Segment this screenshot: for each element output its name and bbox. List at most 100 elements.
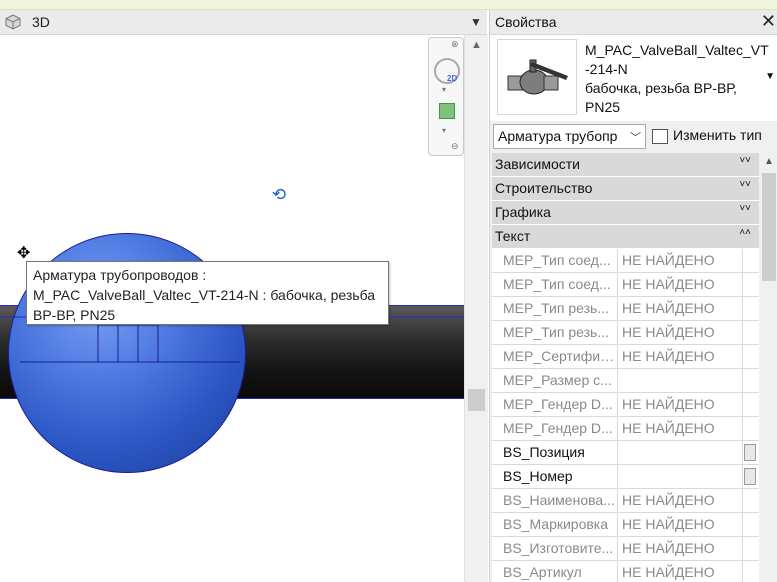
- property-value[interactable]: НЕ НАЙДЕНО: [619, 393, 743, 416]
- property-row[interactable]: MEP_Сертифик... НЕ НАЙДЕНО: [492, 345, 759, 369]
- row-button: [744, 492, 756, 509]
- property-value[interactable]: НЕ НАЙДЕНО: [619, 417, 743, 440]
- edit-type-button[interactable]: Изменить тип: [652, 124, 776, 149]
- view-menu-icon[interactable]: ▼: [470, 15, 482, 29]
- property-value[interactable]: НЕ НАЙДЕНО: [619, 561, 743, 582]
- tooltip-line: Арматура трубопроводов :: [33, 267, 207, 283]
- zoom-icon[interactable]: [439, 103, 455, 119]
- expand-icon[interactable]: ˅˅: [739, 155, 751, 166]
- expand-icon[interactable]: ˅˅: [739, 179, 751, 190]
- property-name: MEP_Гендер D...: [492, 393, 618, 416]
- property-row[interactable]: BS_Наименова... НЕ НАЙДЕНО: [492, 489, 759, 513]
- navbar-options-icon[interactable]: ⊖: [451, 141, 459, 152]
- scroll-up-icon[interactable]: ▲: [471, 39, 482, 51]
- row-button: [744, 564, 756, 581]
- property-row[interactable]: BS_Номер: [492, 465, 759, 489]
- properties-panel: Свойства ✕ M_PAC_ValveBall_Valtec_VT -21…: [489, 10, 777, 582]
- type-selector-preview[interactable]: M_PAC_ValveBall_Valtec_VT -214-N бабочка…: [490, 35, 777, 121]
- property-row[interactable]: MEP_Размер с...: [492, 369, 759, 393]
- chevron-down-icon[interactable]: ▾: [442, 126, 446, 135]
- property-name: BS_Позиция: [492, 441, 618, 464]
- group-label: Текст: [495, 228, 531, 244]
- rotate-icon[interactable]: ⟲: [270, 186, 288, 204]
- property-row[interactable]: MEP_Тип соед... НЕ НАЙДЕНО: [492, 273, 759, 297]
- type-name-line: PN25: [585, 99, 621, 115]
- type-name-line: M_PAC_ValveBall_Valtec_VT: [585, 42, 769, 58]
- view-scrollbar[interactable]: ▲: [464, 35, 488, 582]
- collapse-icon[interactable]: ˄˄: [739, 227, 751, 238]
- category-filter-select[interactable]: Арматура трубопр ﹀: [493, 124, 646, 149]
- property-row[interactable]: MEP_Гендер D... НЕ НАЙДЕНО: [492, 393, 759, 417]
- property-value[interactable]: НЕ НАЙДЕНО: [619, 297, 743, 320]
- property-value[interactable]: НЕ НАЙДЕНО: [619, 489, 743, 512]
- row-button: [744, 396, 756, 413]
- type-name-line: бабочка, резьба ВР-ВР,: [585, 80, 737, 96]
- type-name-line: -214-N: [585, 61, 628, 77]
- close-icon[interactable]: ✕: [761, 11, 776, 32]
- chevron-down-icon[interactable]: ▾: [442, 85, 446, 94]
- group-header-dependencies[interactable]: Зависимости ˅˅: [492, 153, 759, 177]
- property-name: BS_Номер: [492, 465, 618, 488]
- property-name: MEP_Гендер D...: [492, 417, 618, 440]
- property-name: MEP_Тип соед...: [492, 273, 618, 296]
- row-button: [744, 324, 756, 341]
- row-edit-button[interactable]: [744, 444, 756, 461]
- property-row[interactable]: BS_Артикул НЕ НАЙДЕНО: [492, 561, 759, 582]
- view-header: 3D ▼: [0, 10, 487, 35]
- property-name: BS_Артикул: [492, 561, 618, 582]
- type-dropdown-icon[interactable]: ▼: [765, 71, 775, 82]
- row-button: [744, 300, 756, 317]
- property-row[interactable]: MEP_Тип соед... НЕ НАЙДЕНО: [492, 249, 759, 273]
- property-value[interactable]: НЕ НАЙДЕНО: [619, 537, 743, 560]
- group-label: Зависимости: [495, 156, 580, 172]
- property-value[interactable]: НЕ НАЙДЕНО: [619, 273, 743, 296]
- property-row[interactable]: MEP_Тип резь... НЕ НАЙДЕНО: [492, 321, 759, 345]
- properties-title: Свойства: [495, 14, 557, 30]
- properties-header: Свойства ✕: [490, 10, 777, 35]
- property-row[interactable]: BS_Позиция: [492, 441, 759, 465]
- property-value[interactable]: НЕ НАЙДЕНО: [619, 249, 743, 272]
- row-edit-button[interactable]: [744, 468, 756, 485]
- property-name: MEP_Тип соед...: [492, 249, 618, 272]
- group-label: Графика: [495, 204, 551, 220]
- property-row[interactable]: BS_Маркировка НЕ НАЙДЕНО: [492, 513, 759, 537]
- property-name: MEP_Сертифик...: [492, 345, 618, 368]
- chevron-down-icon: ﹀: [630, 132, 641, 144]
- property-row[interactable]: MEP_Гендер D... НЕ НАЙДЕНО: [492, 417, 759, 441]
- expand-icon[interactable]: ˅˅: [739, 203, 751, 214]
- property-row[interactable]: MEP_Тип резь... НЕ НАЙДЕНО: [492, 297, 759, 321]
- properties-scrollbar[interactable]: ▲: [760, 153, 777, 582]
- property-value[interactable]: [619, 369, 743, 392]
- navigation-bar: ⊗ 2D ▾ ▾ ⊖: [428, 37, 464, 156]
- group-header-construction[interactable]: Строительство ˅˅: [492, 177, 759, 201]
- property-value[interactable]: НЕ НАЙДЕНО: [619, 345, 743, 368]
- move-cursor-icon: ✥: [17, 245, 31, 262]
- property-name: MEP_Тип резь...: [492, 321, 618, 344]
- scroll-up-icon[interactable]: ▲: [764, 156, 774, 167]
- group-header-text[interactable]: Текст ˄˄: [492, 225, 759, 249]
- row-button: [744, 420, 756, 437]
- property-value[interactable]: [619, 441, 743, 464]
- element-tooltip: Арматура трубопроводов : M_PAC_ValveBall…: [26, 261, 389, 325]
- property-row[interactable]: BS_Изготовите... НЕ НАЙДЕНО: [492, 537, 759, 561]
- property-value[interactable]: НЕ НАЙДЕНО: [619, 321, 743, 344]
- scrollbar-thumb[interactable]: [468, 389, 485, 411]
- group-label: Строительство: [495, 180, 593, 196]
- property-name: MEP_Размер с...: [492, 369, 618, 392]
- group-header-graphics[interactable]: Графика ˅˅: [492, 201, 759, 225]
- property-name: BS_Маркировка: [492, 513, 618, 536]
- scrollbar-thumb[interactable]: [762, 173, 776, 281]
- row-button: [744, 348, 756, 365]
- property-name: BS_Изготовите...: [492, 537, 618, 560]
- close-icon[interactable]: ⊗: [451, 39, 459, 50]
- property-name: MEP_Тип резь...: [492, 297, 618, 320]
- category-filter-value: Арматура трубопр: [498, 128, 618, 144]
- row-button: [744, 252, 756, 269]
- nav-2d-label: 2D: [447, 74, 458, 83]
- edit-type-label: Изменить тип: [673, 127, 762, 143]
- property-value[interactable]: НЕ НАЙДЕНО: [619, 513, 743, 536]
- property-value[interactable]: [619, 465, 743, 488]
- valve-thumbnail-icon: [497, 39, 577, 115]
- top-strip: [0, 0, 777, 10]
- properties-grid: Зависимости ˅˅ Строительство ˅˅ Графика …: [492, 153, 759, 582]
